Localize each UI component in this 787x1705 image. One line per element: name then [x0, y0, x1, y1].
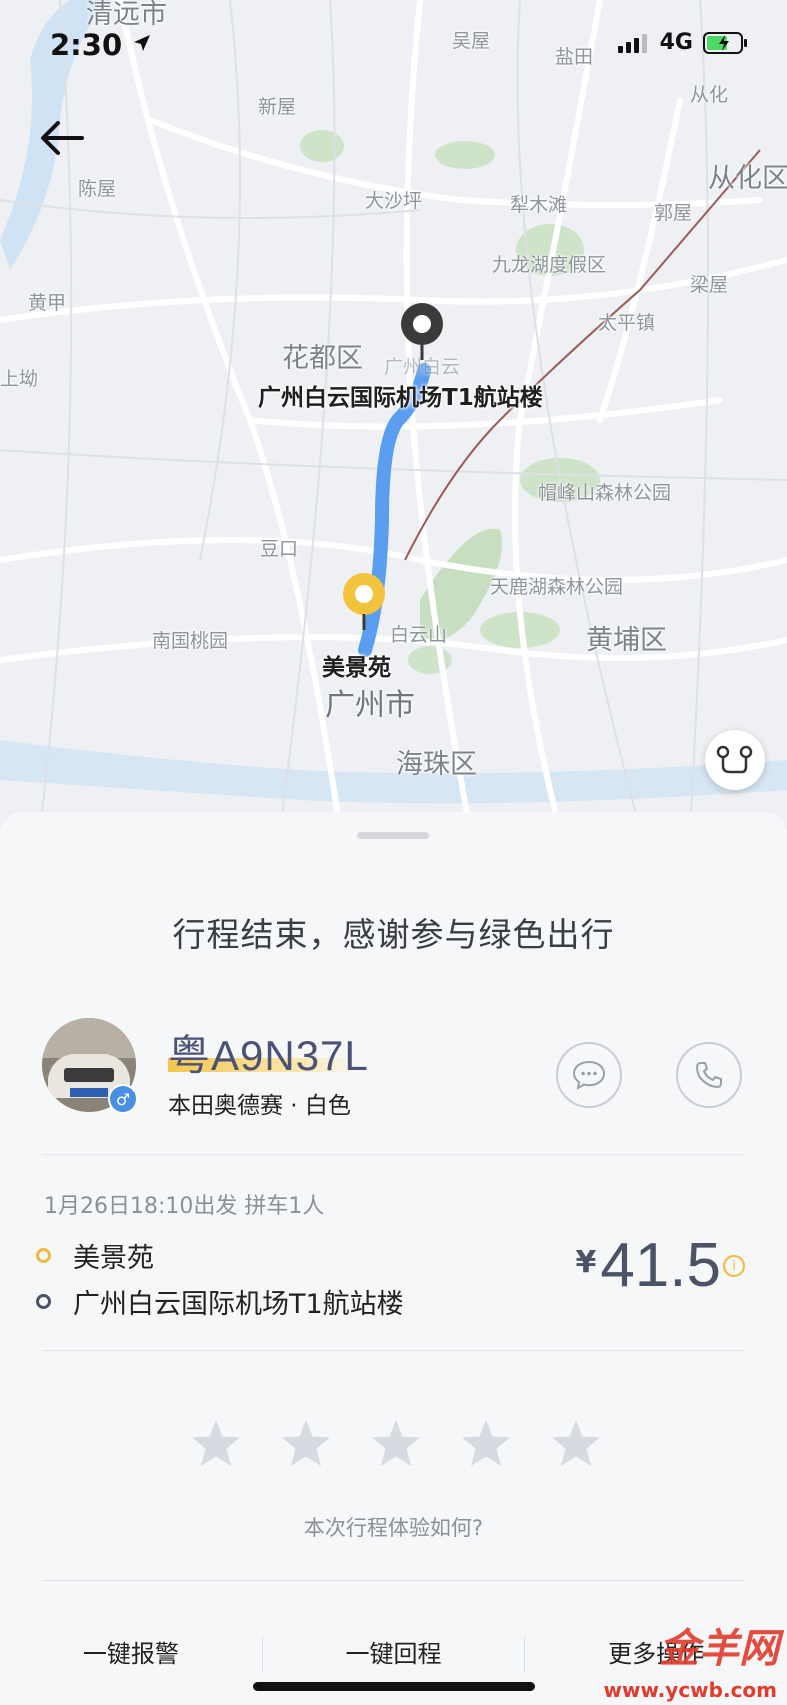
destination-map-label: 广州白云国际机场T1航站楼 — [258, 385, 543, 411]
home-indicator[interactable] — [253, 1682, 535, 1691]
battery-icon — [703, 31, 747, 54]
place-label: 清远市 — [86, 0, 167, 30]
place-label: 帽峰山森林公园 — [538, 482, 672, 504]
place-label: 上坳 — [0, 368, 39, 390]
watermark-logo: 金羊网 — [659, 1626, 779, 1672]
place-label: 南国桃园 — [152, 630, 229, 652]
status-indicators: 4G — [617, 30, 749, 55]
place-label: 梁屋 — [690, 274, 729, 296]
place-label: 吴屋 — [452, 30, 491, 52]
place-label: 大沙坪 — [365, 190, 423, 212]
trip-destination: 广州白云国际机场T1航站楼 — [73, 1289, 404, 1320]
license-plate: 粤A9N37L — [168, 1032, 369, 1079]
star-icon[interactable] — [280, 1418, 332, 1470]
place-label: 陈屋 — [78, 178, 117, 200]
trip-origin: 美景苑 — [73, 1243, 154, 1274]
place-label: 太平镇 — [598, 312, 656, 334]
phone-icon — [696, 1062, 722, 1088]
place-label: 犁木滩 — [510, 194, 568, 216]
star-icon[interactable] — [370, 1418, 422, 1470]
plate-number-block: 粤A9N37L — [168, 1022, 369, 1083]
place-label: 花都区 — [282, 343, 363, 374]
emergency-button[interactable]: 一键报警 — [0, 1628, 262, 1680]
price-amount: 41.5 — [600, 1231, 721, 1300]
place-label: 海珠区 — [396, 749, 477, 780]
trip-summary-sheet: 行程结束，感谢参与绿色出行 ♂ 粤A9N37L 本田奥德赛 · 白色 1月26日… — [0, 812, 787, 1705]
place-label: 盐田 — [555, 46, 594, 68]
place-label: 九龙湖度假区 — [492, 254, 607, 276]
trip-origin-row: 美景苑 — [36, 1236, 154, 1275]
place-label: 黄甲 — [28, 292, 67, 314]
place-label: 天鹿湖森林公园 — [490, 576, 624, 598]
route-icon — [716, 745, 753, 774]
star-icon[interactable] — [550, 1418, 602, 1470]
route-overview-button[interactable] — [705, 730, 765, 790]
place-label: 广州市 — [325, 688, 415, 723]
place-label: 从化 — [690, 84, 729, 106]
origin-map-label: 美景苑 — [322, 655, 391, 681]
rating-question: 本次行程体验如何? — [303, 1516, 484, 1540]
location-arrow-icon — [134, 35, 151, 51]
signal-icon — [617, 33, 647, 53]
gender-male-icon: ♂ — [108, 1084, 138, 1114]
chat-bubble-icon — [572, 1060, 606, 1090]
watermark-url: www.ycwb.com — [603, 1678, 777, 1702]
status-time: 2:30 — [50, 28, 152, 62]
star-icon[interactable] — [190, 1418, 242, 1470]
trip-destination-row: 广州白云国际机场T1航站楼 — [36, 1282, 404, 1321]
return-trip-button[interactable]: 一键回程 — [263, 1628, 525, 1680]
network-label: 4G — [659, 30, 693, 55]
origin-dot-icon — [36, 1248, 51, 1263]
divider — [42, 1580, 745, 1581]
place-label: 白云山 — [390, 624, 448, 646]
destination-dot-icon — [36, 1294, 51, 1309]
back-arrow-icon[interactable] — [38, 118, 84, 158]
star-icon[interactable] — [460, 1418, 512, 1470]
price-info-icon[interactable]: i — [723, 1255, 745, 1277]
trip-price[interactable]: ¥41.5 — [575, 1230, 721, 1301]
trip-end-message: 行程结束，感谢参与绿色出行 — [172, 915, 615, 954]
place-label: 郭屋 — [654, 202, 693, 224]
rating-stars — [190, 1418, 602, 1470]
origin-pin-icon[interactable] — [342, 572, 386, 632]
divider — [42, 1154, 745, 1155]
currency-symbol: ¥ — [575, 1245, 597, 1280]
sheet-drag-handle[interactable] — [357, 832, 429, 839]
divider — [42, 1350, 745, 1351]
trip-time: 1月26日18:10出发 拼车1人 — [44, 1194, 325, 1219]
message-driver-button[interactable] — [556, 1042, 622, 1108]
map-view[interactable]: 清远市 吴屋 盐田 从化 新屋 从化区 陈屋 大沙坪 犁木滩 郭屋 九龙湖度假区… — [0, 0, 787, 830]
destination-pin-icon[interactable] — [400, 302, 444, 362]
place-label: 豆口 — [260, 538, 299, 560]
place-label: 新屋 — [258, 96, 297, 118]
place-label: 黄埔区 — [586, 625, 667, 656]
car-description: 本田奥德赛 · 白色 — [168, 1093, 351, 1119]
call-driver-button[interactable] — [676, 1042, 742, 1108]
place-label: 从化区 — [708, 163, 787, 194]
